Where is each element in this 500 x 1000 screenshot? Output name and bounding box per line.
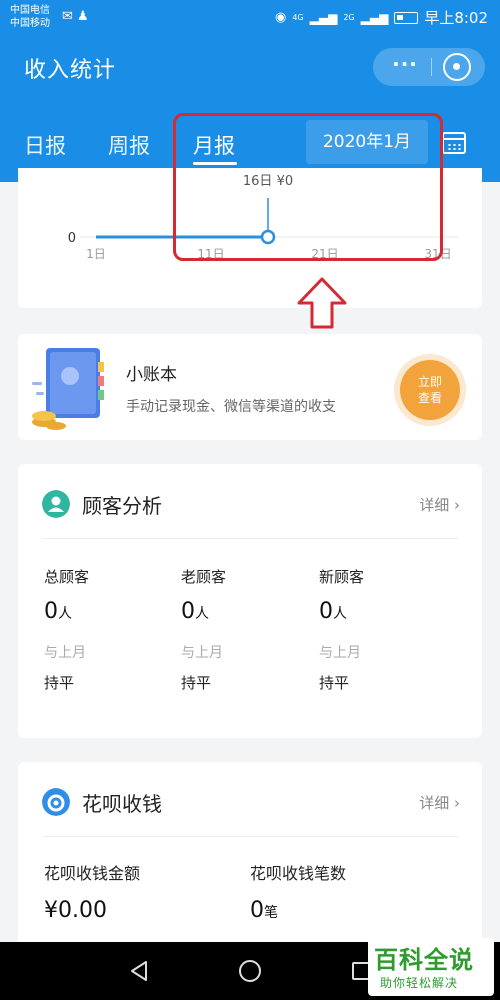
status-right: ◉ 4G ▂▄▆ 2G ▂▄▆ 早上8:02 [275, 7, 488, 28]
carrier-1: 中国电信 [10, 5, 50, 16]
customer-icon [42, 490, 70, 518]
signal-2g-label: 2G [343, 13, 355, 22]
stat-unit: 人 [58, 606, 72, 622]
tab-weekly[interactable]: 周报 [108, 130, 150, 160]
annotation-highlight-box [173, 113, 443, 261]
calendar-icon[interactable] [442, 132, 466, 154]
chart-x-tick-1: 1日 [86, 247, 106, 261]
clock: 早上8:02 [424, 9, 488, 27]
notification-icons: ✉ ♟ [62, 9, 89, 24]
watermark-logo: 百科全说 助你轻松解决 [368, 938, 494, 996]
stat-label: 老顾客 [181, 568, 227, 586]
stat-total-customers: 总顾客 0人 与上月 持平 [44, 566, 174, 693]
chart-y-label: 0 [68, 231, 76, 246]
watermark-title: 百科全说 [374, 946, 474, 974]
stat-compare-value: 持平 [319, 674, 350, 692]
qq-icon: ♟ [77, 9, 89, 24]
watermark-subtitle: 助你轻松解决 [380, 976, 459, 990]
view-now-label-2: 查看 [417, 391, 442, 405]
customer-details-link[interactable]: 详细 › [419, 494, 460, 515]
hotspot-icon: ◉ [275, 10, 287, 25]
stat-compare-label: 与上月 [319, 645, 361, 661]
customer-divider [42, 538, 458, 539]
status-bar: 中国电信 中国移动 ✉ ♟ ◉ 4G ▂▄▆ 2G ▂▄▆ 早上8:02 [0, 0, 500, 34]
stat-value: 0人 [319, 599, 449, 624]
huabei-count-unit: 笔 [264, 905, 278, 921]
back-icon[interactable] [128, 960, 150, 982]
huabei-divider [42, 836, 458, 837]
customer-section-title: 顾客分析 [82, 494, 162, 518]
close-mini-program-icon[interactable] [443, 53, 471, 81]
huabei-amount-value: ¥0.00 [44, 898, 107, 923]
huabei-amount: 花呗收钱金额 ¥0.00 [44, 860, 140, 923]
stat-compare-value: 持平 [44, 674, 75, 692]
annotation-up-arrow-icon [297, 277, 347, 329]
ledger-card[interactable]: 小账本 手动记录现金、微信等渠道的收支 立即 查看 [18, 334, 482, 440]
battery-icon [394, 11, 419, 24]
page-title: 收入统计 [24, 58, 117, 83]
stat-unit: 人 [333, 606, 347, 622]
more-button[interactable]: ··· [387, 52, 423, 76]
huabei-count-label: 花呗收钱笔数 [250, 864, 347, 883]
carrier-info: 中国电信 中国移动 [10, 4, 50, 30]
stat-compare-value: 持平 [181, 674, 212, 692]
stat-returning-customers: 老顾客 0人 与上月 持平 [181, 566, 311, 693]
stat-value: 0人 [44, 599, 174, 624]
ledger-book-icon [32, 348, 104, 430]
stat-label: 新顾客 [319, 568, 365, 586]
mini-program-capsule: ··· [373, 48, 485, 86]
stat-new-customers: 新顾客 0人 与上月 持平 [319, 566, 449, 693]
view-now-label-1: 立即 [417, 375, 442, 389]
stat-unit: 人 [195, 606, 209, 622]
stat-number: 0 [181, 599, 195, 624]
capsule-divider [431, 58, 432, 76]
huabei-count-number: 0 [250, 898, 264, 923]
huabei-icon [42, 788, 70, 816]
stat-compare-label: 与上月 [44, 645, 86, 661]
stat-label: 总顾客 [44, 568, 90, 586]
stat-number: 0 [44, 599, 58, 624]
view-now-button[interactable]: 立即 查看 [400, 360, 460, 420]
huabei-payment-card: 花呗收钱 详细 › 花呗收钱金额 ¥0.00 花呗收钱笔数 0笔 [18, 762, 482, 962]
ledger-title: 小账本 [126, 365, 177, 385]
huabei-details-link[interactable]: 详细 › [419, 792, 460, 813]
signal-icon: ▂▄▆ [309, 10, 338, 25]
signal-icon-2: ▂▄▆ [360, 10, 389, 25]
huabei-amount-label: 花呗收钱金额 [44, 864, 141, 883]
tab-daily[interactable]: 日报 [24, 130, 66, 160]
huabei-count-value: 0笔 [250, 898, 346, 923]
stat-compare-label: 与上月 [181, 645, 223, 661]
signal-4g-label: 4G [292, 13, 304, 22]
huabei-count: 花呗收钱笔数 0笔 [250, 860, 346, 923]
customer-analysis-card: 顾客分析 详细 › 总顾客 0人 与上月 持平 老顾客 0人 与上月 持平 新顾… [18, 464, 482, 738]
huabei-section-title: 花呗收钱 [82, 792, 162, 816]
app-notification-icon: ✉ [62, 9, 73, 24]
stat-value: 0人 [181, 599, 311, 624]
ledger-subtitle: 手动记录现金、微信等渠道的收支 [126, 399, 336, 415]
stat-number: 0 [319, 599, 333, 624]
carrier-2: 中国移动 [10, 18, 50, 29]
home-icon[interactable] [239, 960, 261, 982]
